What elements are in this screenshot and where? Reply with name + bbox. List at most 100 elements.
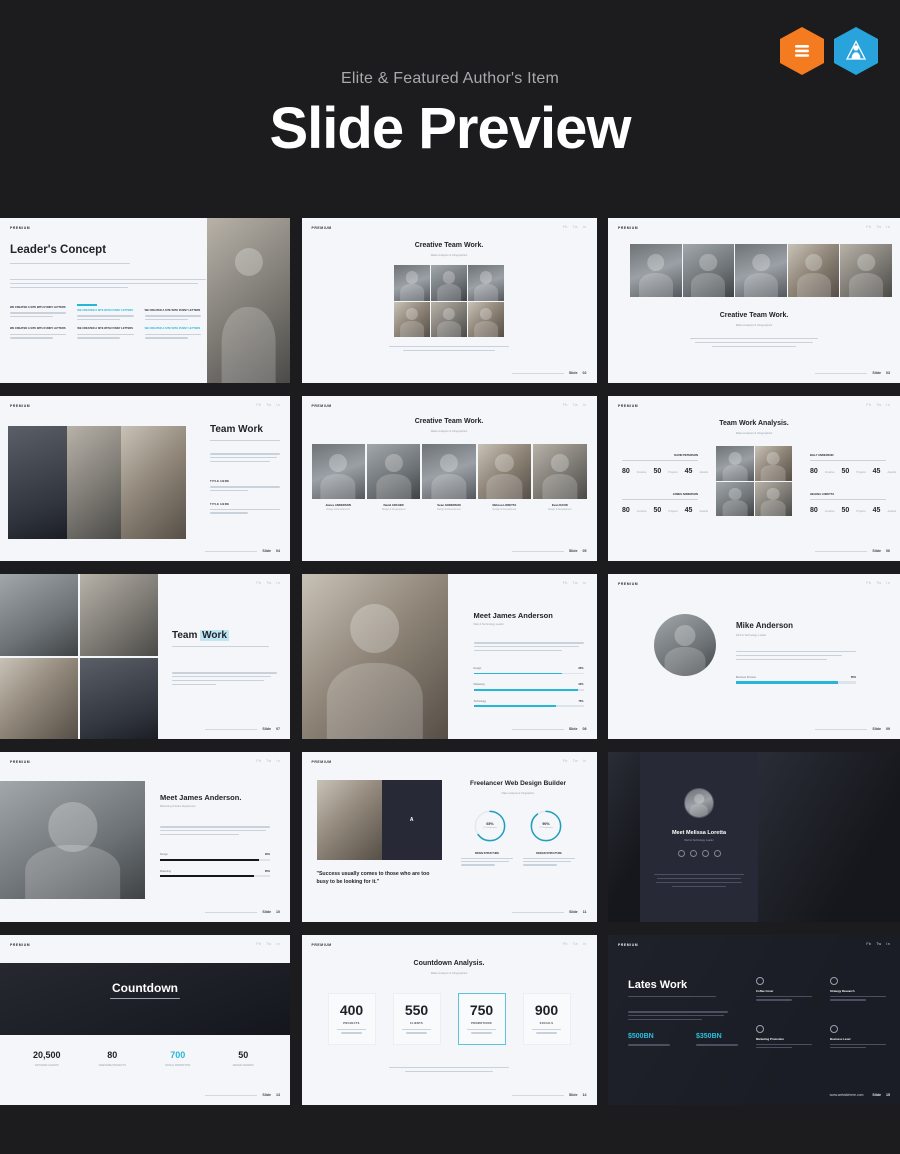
twitter-icon[interactable]: Tw [266,759,271,763]
donut-label-block: BRAIN STRUCTURE [461,852,513,866]
instagram-icon[interactable]: In [583,942,587,946]
facebook-icon[interactable]: Fb [563,759,568,763]
twitter-icon[interactable]: Tw [876,225,881,229]
hero-title: Slide Preview [269,96,632,161]
slide-social-icons[interactable]: Fb Tw In [866,225,890,229]
slide-social-icons[interactable]: Fb Tw In [563,225,587,229]
twitter-icon[interactable]: Tw [876,581,881,585]
concept-item[interactable]: WE CREATED A SITE WITH FUNNY LETTERS [10,304,71,320]
instagram-icon[interactable]: In [583,225,587,229]
collage-item[interactable]: TITLE HERE [210,502,280,514]
twitter-icon[interactable]: Tw [573,403,578,407]
concept-item[interactable]: WE CREATED A SITE WITH FUNNY LETTERS [10,327,71,339]
slide-social-icons[interactable]: Fb Tw In [256,942,280,946]
facebook-icon[interactable]: Fb [563,581,568,585]
builder-photo [316,780,382,860]
slide-creative-team-work-grid[interactable]: PREMIUM Fb Tw In Creative Team Work. Mak… [301,218,597,383]
twitter-icon[interactable]: Tw [573,225,578,229]
slide-freelancer-web-design-builder[interactable]: PREMIUM Fb Tw In A "Success usually come… [301,752,597,922]
twitter-icon[interactable]: Tw [573,942,578,946]
instagram-icon[interactable]: In [276,942,280,946]
facebook-icon[interactable]: Fb [256,403,261,407]
analysis-card[interactable]: 550 CLIENTS [392,993,441,1045]
slide-social-icons[interactable]: Fb Tw In [563,403,587,407]
instagram-icon[interactable] [701,850,709,857]
analysis-card[interactable]: 400 PROJECTS [327,993,376,1045]
instagram-icon[interactable]: In [583,759,587,763]
instagram-icon[interactable]: In [276,403,280,407]
slide-social-icons[interactable]: Fb Tw In [256,581,280,585]
instagram-icon[interactable]: In [276,581,280,585]
slide-social-icons[interactable]: Fb Tw In [256,759,280,763]
facebook-icon[interactable]: Fb [866,225,871,229]
instagram-icon[interactable]: In [886,581,890,585]
slide-countdown[interactable]: PREMIUM Fb Tw In Countdown 20,500 SATISF… [0,935,290,1105]
stat-value: 700 [170,1050,186,1060]
concept-item[interactable]: WE CREATED A SITE WITH FUNNY LETTERS [144,327,206,339]
team-photo [468,265,504,301]
facebook-icon[interactable]: Fb [256,759,261,763]
instagram-icon[interactable]: In [583,403,587,407]
concept-item[interactable]: WE CREATED A SITE WITH FUNNY LETTERS [77,327,138,339]
slide-lates-work[interactable]: PREMIUM Fb Tw In Lates Work $500BN $350B… [608,935,900,1105]
slide-footer-number: 03 [886,371,890,375]
instagram-icon[interactable]: In [886,942,890,946]
slide-social-icons[interactable]: Fb Tw In [563,759,587,763]
slide-social-icons[interactable]: Fb Tw In [866,403,890,407]
elite-author-badge[interactable] [780,27,824,75]
concept-item[interactable]: WE CREATED A SITE WITH FUNNY LETTERS [77,304,138,321]
instagram-icon[interactable]: In [886,225,890,229]
facebook-icon[interactable]: Fb [563,942,568,946]
slide-social-icons[interactable]: Fb Tw In [563,581,587,585]
twitter-icon[interactable]: Tw [876,403,881,407]
linkedin-icon[interactable] [713,850,721,857]
twitter-icon[interactable]: Tw [573,581,578,585]
team-photo-strip [311,444,587,499]
facebook-icon[interactable]: Fb [866,403,871,407]
twitter-icon[interactable]: Tw [876,942,881,946]
concept-item[interactable]: WE CREATED A SITE WITH FUNNY LETTERS [144,304,206,321]
pen-icon [756,1024,764,1033]
collage-item[interactable]: TITLE HERE [210,479,280,491]
instagram-icon[interactable]: In [886,403,890,407]
twitter-icon[interactable]: Tw [266,581,271,585]
slide-footer: Slide 10 [205,910,280,914]
social-links[interactable] [640,850,758,857]
slide-team-work-collage[interactable]: PREMIUM Fb Tw In Team Work TITLE HERE TI… [0,396,290,561]
instagram-icon[interactable]: In [583,581,587,585]
twitter-icon[interactable]: Tw [573,759,578,763]
slide-meet-james-anderson-lines[interactable]: PREMIUM Fb Tw In Meet James Anderson. Ma… [0,752,290,922]
facebook-icon[interactable]: Fb [256,581,261,585]
facebook-icon[interactable]: Fb [256,942,261,946]
facebook-icon[interactable]: Fb [563,403,568,407]
facebook-icon[interactable]: Fb [866,942,871,946]
side-photo [758,752,900,922]
slide-social-icons[interactable]: Fb Tw In [866,581,890,585]
slide-meet-james-anderson-bars[interactable]: Fb Tw In Meet James Anderson Web & Techn… [301,574,597,739]
slide-social-icons[interactable]: Fb Tw In [563,942,587,946]
featured-author-badge[interactable] [834,27,878,75]
twitter-icon[interactable] [689,850,697,857]
analysis-block: BILLY ANDERSON 80 Creative 50 Projects 4… [810,454,896,475]
team-photo [716,446,754,481]
slide-countdown-analysis[interactable]: PREMIUM Fb Tw In Countdown Analysis. Mak… [301,935,597,1105]
slide-creative-team-work-strip[interactable]: PREMIUM Fb Tw In Creative Team Work. Mak… [608,218,900,383]
facebook-icon[interactable] [677,850,685,857]
facebook-icon[interactable]: Fb [563,225,568,229]
slide-team-work-mosaic[interactable]: Fb Tw In Team Work Slide 07 [0,574,290,739]
slide-social-icons[interactable]: Fb Tw In [866,942,890,946]
slide-leaders-concept[interactable]: PREMIUM Leader's Concept WE CREATED A SI… [0,218,290,383]
slide-creative-team-work-five[interactable]: PREMIUM Fb Tw In Creative Team Work. Mak… [301,396,597,561]
slide-team-work-analysis[interactable]: PREMIUM Fb Tw In Team Work Analysis. Mak… [608,396,900,561]
twitter-icon[interactable]: Tw [266,403,271,407]
instagram-icon[interactable]: In [276,759,280,763]
elite-badge-icon [795,45,809,57]
analysis-card[interactable]: 900 SOCIALS [522,993,571,1045]
facebook-icon[interactable]: Fb [866,581,871,585]
analysis-card-selected[interactable]: 750 PROMOTIONS [457,993,506,1045]
slide-meet-melissa-loretta[interactable]: Meet Melissa Loretta Web & Technology Le… [608,752,900,922]
twitter-icon[interactable]: Tw [266,942,271,946]
slide-mike-anderson[interactable]: PREMIUM Fb Tw In Mike Anderson Web & Tec… [608,574,900,739]
slide-social-icons[interactable]: Fb Tw In [256,403,280,407]
concept-item-label: WE CREATED A SITE WITH FUNNY LETTERS [144,327,201,331]
